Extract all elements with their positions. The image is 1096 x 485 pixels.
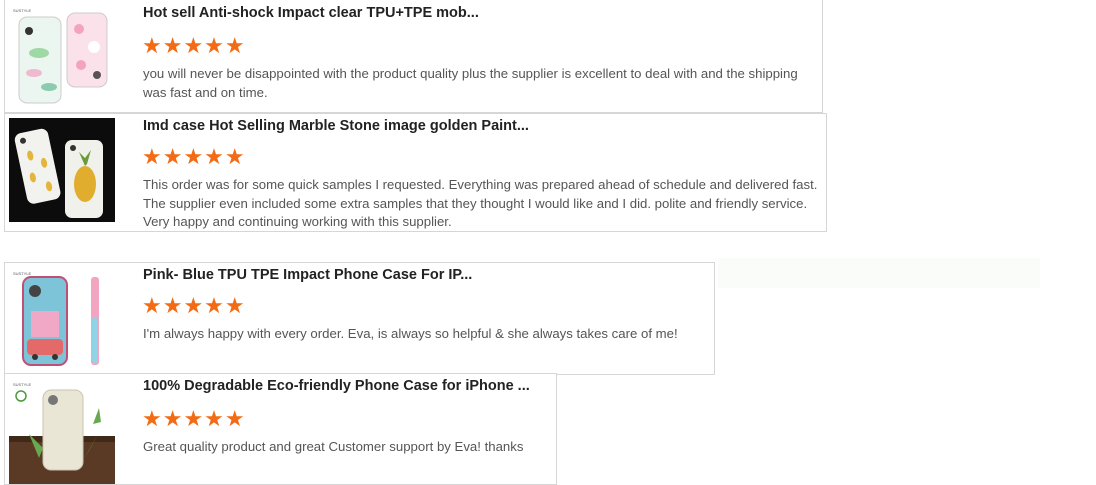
brand-logo: SUSTYLE [13, 8, 32, 13]
review-card[interactable]: SUSTYLE 100% Degradable Eco-friendly Pho… [4, 373, 557, 485]
star-rating: ★★★★★ [142, 33, 246, 58]
review-text: Great quality product and great Customer… [143, 439, 524, 454]
star-rating: ★★★★★ [142, 144, 246, 169]
star-rating: ★★★★★ [142, 406, 246, 431]
product-thumbnail[interactable] [9, 118, 115, 222]
product-title[interactable]: Imd case Hot Selling Marble Stone image … [143, 118, 529, 134]
brand-logo: SUSTYLE [13, 271, 32, 276]
product-title[interactable]: Hot sell Anti-shock Impact clear TPU+TPE… [143, 5, 479, 21]
product-title[interactable]: Pink- Blue TPU TPE Impact Phone Case For… [143, 267, 472, 283]
product-title[interactable]: 100% Degradable Eco-friendly Phone Case … [143, 378, 530, 394]
star-rating: ★★★★★ [142, 293, 246, 318]
brand-logo: SUSTYLE [13, 382, 32, 387]
product-thumbnail[interactable]: SUSTYLE [9, 3, 115, 109]
review-text: I'm always happy with every order. Eva, … [143, 326, 678, 341]
review-card[interactable]: SUSTYLE Hot sell Anti-shock Impact clear… [4, 0, 823, 113]
background-strip [718, 258, 1040, 288]
review-text: This order was for some quick samples I … [143, 177, 818, 229]
review-card[interactable]: Imd case Hot Selling Marble Stone image … [4, 113, 827, 232]
review-text: you will never be disappointed with the … [143, 66, 798, 100]
product-thumbnail[interactable]: SUSTYLE [9, 378, 115, 484]
review-card[interactable]: SUSTYLE Pink- Blue TPU TPE Impact Phone … [4, 262, 715, 375]
product-thumbnail[interactable]: SUSTYLE [9, 267, 115, 371]
